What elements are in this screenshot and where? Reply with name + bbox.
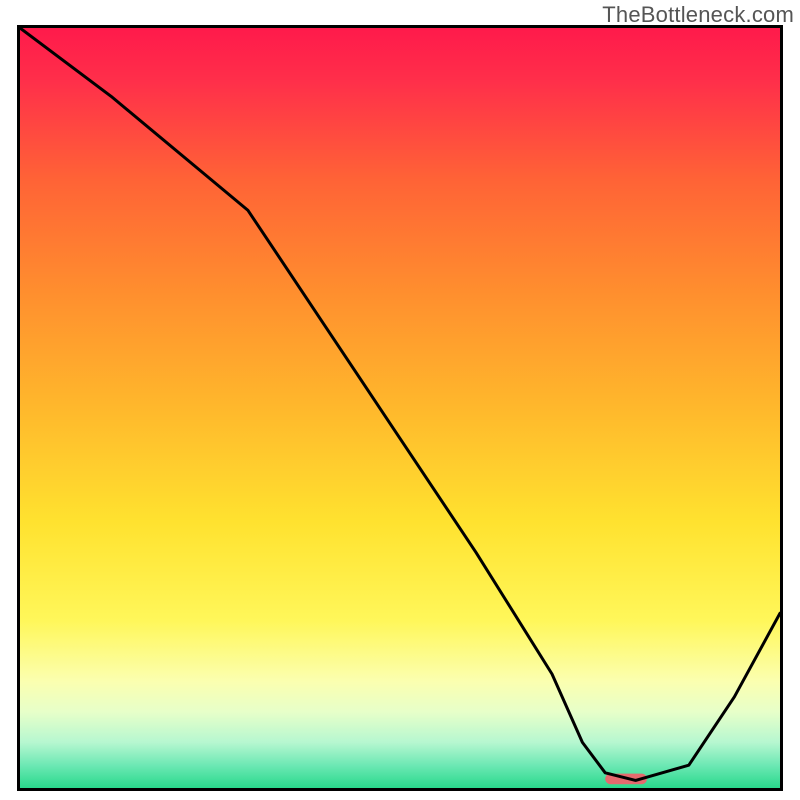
chart-area (17, 25, 783, 791)
watermark-text: TheBottleneck.com (602, 2, 794, 28)
chart-svg (20, 28, 780, 788)
chart-background (20, 28, 780, 788)
